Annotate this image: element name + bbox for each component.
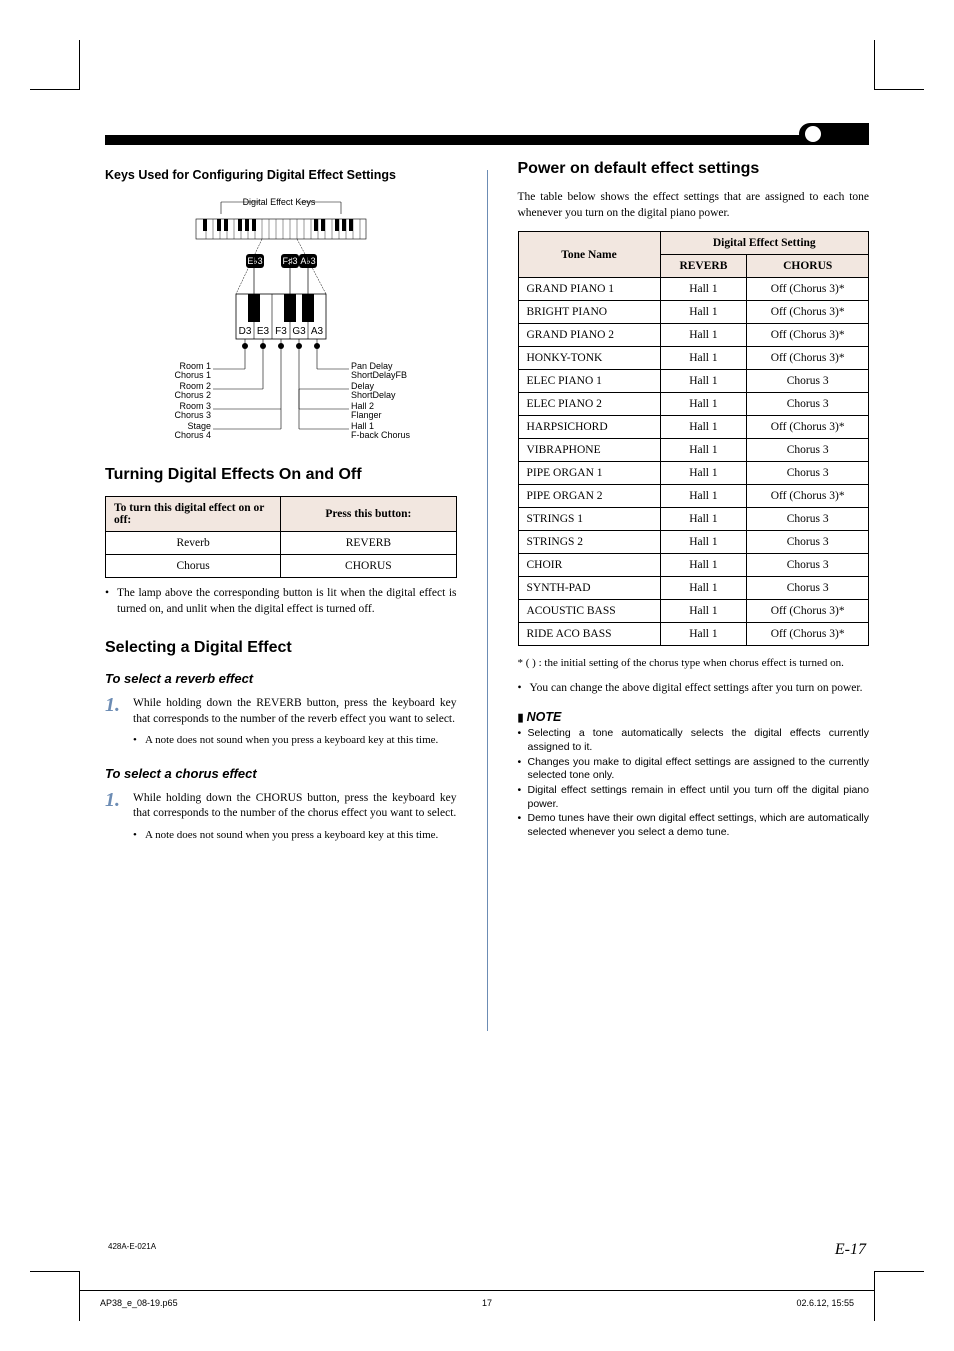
note-item: Digital effect settings remain in effect… [518, 784, 870, 811]
note-item: Demo tunes have their own digital effect… [518, 812, 870, 839]
svg-text:Chorus 2: Chorus 2 [174, 390, 211, 400]
crop-mark [30, 1271, 80, 1321]
svg-text:Flanger: Flanger [351, 410, 382, 420]
svg-text:Chorus 3: Chorus 3 [174, 410, 211, 420]
step-number: 1. [105, 692, 120, 719]
crop-mark [30, 40, 80, 90]
table-row: ReverbREVERB [106, 532, 457, 555]
svg-text:F3: F3 [275, 326, 287, 337]
table-row: VIBRAPHONEHall 1Chorus 3 [518, 439, 869, 462]
keyboard-diagram: E♭3 F♯3 A♭3 D3 E3 F3 G3 A3 [105, 194, 457, 444]
header-bar [105, 135, 869, 145]
step-text: While holding down the CHORUS button, pr… [133, 792, 457, 820]
defaults-heading: Power on default effect settings [518, 160, 870, 178]
svg-text:Chorus 1: Chorus 1 [174, 370, 211, 380]
svg-text:A3: A3 [311, 326, 324, 337]
column-divider [487, 170, 488, 1031]
reverb-subheading: To select a reverb effect [105, 671, 457, 686]
onoff-note: The lamp above the corresponding button … [105, 586, 457, 617]
table-row: ELEC PIANO 1Hall 1Chorus 3 [518, 370, 869, 393]
reverb-steps: 1. While holding down the REVERB button,… [105, 696, 457, 748]
note-item: Selecting a tone automatically selects t… [518, 727, 870, 754]
hdr-reverb: REVERB [660, 255, 747, 278]
onoff-hdr2: Press this button: [281, 497, 456, 532]
tab-icon [799, 123, 869, 145]
step-text: While holding down the REVERB button, pr… [133, 697, 457, 725]
table-row: STRINGS 2Hall 1Chorus 3 [518, 531, 869, 554]
right-column: Power on default effect settings The tab… [518, 160, 870, 1231]
table-row: ELEC PIANO 2Hall 1Chorus 3 [518, 393, 869, 416]
note-header: NOTE [518, 710, 870, 724]
onoff-hdr1: To turn this digital effect on or off: [106, 497, 281, 532]
table-row: ChorusCHORUS [106, 555, 457, 578]
svg-text:ShortDelayFB: ShortDelayFB [351, 370, 407, 380]
table-row: PIPE ORGAN 2Hall 1Off (Chorus 3)* [518, 485, 869, 508]
table-row: CHOIRHall 1Chorus 3 [518, 554, 869, 577]
svg-text:G3: G3 [292, 326, 306, 337]
footer-meta: AP38_e_08-19.p65 17 02.6.12, 15:55 [100, 1298, 854, 1308]
step-number: 1. [105, 787, 120, 814]
keys-config-heading: Keys Used for Configuring Digital Effect… [105, 168, 457, 182]
table-row: HARPSICHORDHall 1Off (Chorus 3)* [518, 416, 869, 439]
step-subnote: A note does not sound when you press a k… [133, 828, 457, 843]
table-row: RIDE ACO BASSHall 1Off (Chorus 3)* [518, 623, 869, 646]
svg-text:E♭3: E♭3 [247, 256, 262, 266]
table-row: GRAND PIANO 2Hall 1Off (Chorus 3)* [518, 324, 869, 347]
onoff-table: To turn this digital effect on or off: P… [105, 496, 457, 578]
select-heading: Selecting a Digital Effect [105, 639, 457, 657]
hdr-setting: Digital Effect Setting [660, 232, 869, 255]
table-row: STRINGS 1Hall 1Chorus 3 [518, 508, 869, 531]
note-item: Changes you make to digital effect setti… [518, 756, 870, 783]
crop-mark [874, 40, 924, 90]
footer-timestamp: 02.6.12, 15:55 [796, 1298, 854, 1308]
svg-text:F-back Chorus: F-back Chorus [351, 430, 411, 440]
table-row: ACOUSTIC BASSHall 1Off (Chorus 3)* [518, 600, 869, 623]
table-row: SYNTH-PADHall 1Chorus 3 [518, 577, 869, 600]
page-number: E-17 [835, 1241, 866, 1259]
table-row: GRAND PIANO 1Hall 1Off (Chorus 3)* [518, 278, 869, 301]
table-row: HONKY-TONKHall 1Off (Chorus 3)* [518, 347, 869, 370]
svg-text:D3: D3 [238, 326, 251, 337]
footer-page: 17 [482, 1298, 492, 1308]
svg-text:F♯3: F♯3 [282, 256, 297, 266]
hdr-tone: Tone Name [518, 232, 660, 278]
crop-mark [874, 1271, 924, 1321]
after-note: You can change the above digital effect … [518, 681, 870, 697]
defaults-intro: The table below shows the effect setting… [518, 190, 870, 221]
svg-text:Chorus 4: Chorus 4 [174, 430, 211, 440]
svg-text:E3: E3 [257, 326, 270, 337]
svg-text:ShortDelay: ShortDelay [351, 390, 396, 400]
footer-file: AP38_e_08-19.p65 [100, 1298, 178, 1308]
step-subnote: A note does not sound when you press a k… [133, 733, 457, 748]
chorus-steps: 1. While holding down the CHORUS button,… [105, 791, 457, 843]
table-row: PIPE ORGAN 1Hall 1Chorus 3 [518, 462, 869, 485]
notes-list: Selecting a tone automatically selects t… [518, 727, 870, 839]
defaults-table: Tone Name Digital Effect Setting REVERB … [518, 231, 870, 646]
footer-line [80, 1290, 874, 1291]
chorus-subheading: To select a chorus effect [105, 766, 457, 781]
svg-text:Digital Effect Keys: Digital Effect Keys [242, 197, 315, 207]
footer-code: 428A-E-021A [108, 1242, 156, 1251]
onoff-heading: Turning Digital Effects On and Off [105, 466, 457, 484]
hdr-chorus: CHORUS [747, 255, 869, 278]
svg-text:A♭3: A♭3 [300, 256, 315, 266]
left-column: Keys Used for Configuring Digital Effect… [105, 160, 457, 1231]
table-row: BRIGHT PIANOHall 1Off (Chorus 3)* [518, 301, 869, 324]
footnote: * ( ) : the initial setting of the choru… [518, 656, 870, 671]
